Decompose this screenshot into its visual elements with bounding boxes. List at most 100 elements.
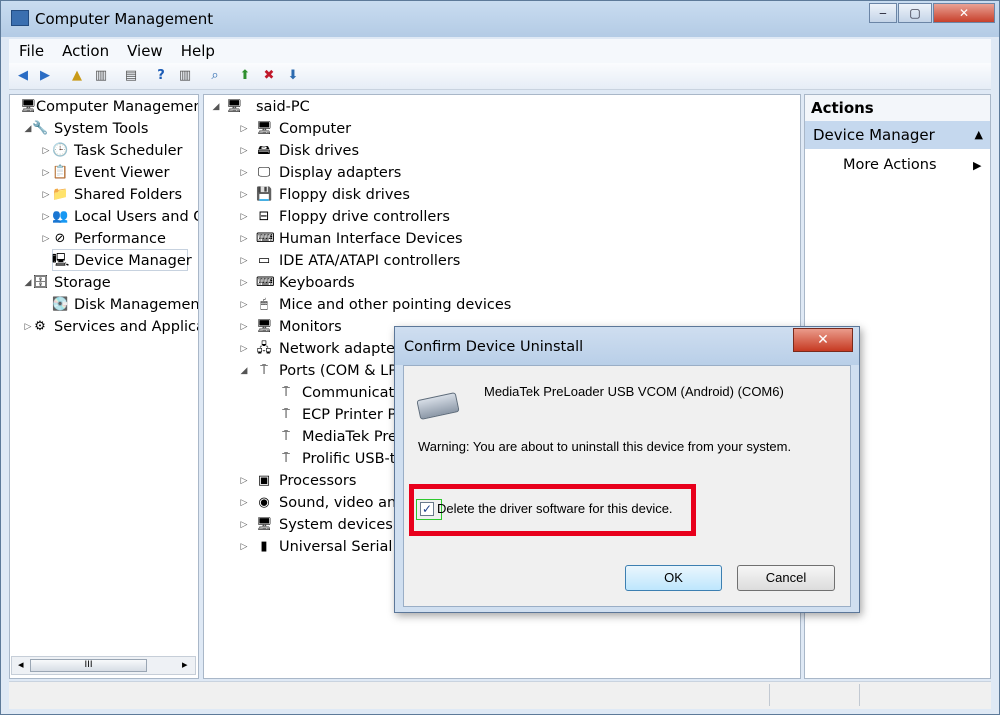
dialog-close-button[interactable]: ✕	[793, 328, 853, 352]
expand-toggle-icon[interactable]: ▷	[238, 140, 250, 162]
up-folder-icon[interactable]: ▲	[69, 68, 85, 84]
help-icon[interactable]: ?	[153, 68, 169, 84]
properties-icon[interactable]: ▤	[123, 68, 139, 84]
scan-hardware-icon[interactable]: ⌕	[207, 68, 223, 84]
device-category-display-adapters[interactable]: ▷ 🖵 Display adapters	[204, 162, 794, 184]
more-actions-link[interactable]: More Actions	[843, 157, 937, 173]
expand-toggle-icon[interactable]: ▷	[238, 206, 250, 228]
expand-toggle-icon[interactable]: ▷	[40, 206, 52, 228]
shared-folder-icon: 📁	[52, 187, 69, 202]
display-adapter-icon: 🖵	[257, 165, 271, 180]
device-name: MediaTek PreLoader USB VCOM (Android) (C…	[484, 384, 784, 399]
update-driver-icon[interactable]: ⬆	[237, 68, 253, 84]
expand-toggle-icon[interactable]: ▷	[238, 470, 250, 492]
nav-item-disk-management[interactable]: 💽 Disk Management	[10, 294, 198, 316]
storage-icon: 🗄	[32, 275, 49, 290]
expand-toggle-icon[interactable]: ▷	[238, 272, 250, 294]
expand-toggle-icon[interactable]: ▷	[40, 184, 52, 206]
nav-item-local-users-and-gr[interactable]: ▷ 👥 Local Users and Gr	[10, 206, 198, 228]
actions-device-manager[interactable]: Device Manager ▲	[805, 121, 990, 149]
device-label: IDE ATA/ATAPI controllers	[279, 253, 461, 269]
port-icon: ⍑	[282, 385, 290, 400]
device-category-human-interface-devices[interactable]: ▷ ⌨ Human Interface Devices	[204, 228, 794, 250]
highlight-box	[409, 484, 696, 536]
clock-icon: 🕒	[52, 143, 69, 158]
expand-toggle-icon[interactable]: ▷	[238, 294, 250, 316]
nav-item-label: Performance	[74, 231, 166, 247]
device-category-ide-ata-atapi-controllers[interactable]: ▷ ▭ IDE ATA/ATAPI controllers	[204, 250, 794, 272]
forward-arrow-icon[interactable]: ▶	[37, 68, 53, 84]
menu-help[interactable]: Help	[171, 39, 223, 60]
device-label: Sound, video and	[279, 495, 406, 511]
expand-toggle-icon[interactable]: ▷	[238, 250, 250, 272]
expand-toggle-icon[interactable]: ◢	[238, 360, 250, 382]
nav-item-task-scheduler[interactable]: ▷ 🕒 Task Scheduler	[10, 140, 198, 162]
expand-toggle-icon[interactable]: ▷	[238, 316, 250, 338]
device-tree-root[interactable]: ◢ 🖥 said-PC	[204, 96, 794, 118]
device-category-floppy-disk-drives[interactable]: ▷ 💾 Floppy disk drives	[204, 184, 794, 206]
menu-file[interactable]: File	[9, 39, 52, 60]
nav-item-event-viewer[interactable]: ▷ 📋 Event Viewer	[10, 162, 198, 184]
collapse-arrow-icon[interactable]: ▲	[975, 121, 983, 149]
device-label: Floppy disk drives	[279, 187, 410, 203]
maximize-button[interactable]: ▢	[898, 3, 932, 23]
menu-action[interactable]: Action	[52, 39, 117, 60]
device-category-keyboards[interactable]: ▷ ⌨ Keyboards	[204, 272, 794, 294]
minimize-button[interactable]: ‒	[869, 3, 897, 23]
expand-toggle-icon[interactable]: ▷	[238, 338, 250, 360]
back-arrow-icon[interactable]: ◀	[15, 68, 31, 84]
usb-device-icon	[416, 392, 460, 420]
device-manager-icon: 🖳	[52, 253, 70, 268]
device-label: Computer	[279, 121, 352, 137]
expand-toggle-icon[interactable]: ▷	[238, 492, 250, 514]
device-category-disk-drives[interactable]: ▷ 🖴 Disk drives	[204, 140, 794, 162]
expand-toggle-icon[interactable]: ▷	[238, 184, 250, 206]
computer-management-icon: 🖥	[20, 99, 37, 114]
expand-toggle-icon[interactable]: ▷	[238, 536, 250, 558]
nav-item-device-manager[interactable]: 🖳 Device Manager	[10, 250, 198, 272]
device-label: Processors	[279, 473, 357, 489]
expand-toggle-icon[interactable]: ▷	[40, 228, 52, 250]
device-label: Keyboards	[279, 275, 355, 291]
device-label: Floppy drive controllers	[279, 209, 450, 225]
collapse-toggle-icon[interactable]: ◢	[210, 96, 222, 118]
nav-item-computer-management[interactable]: 🖥 Computer Management	[10, 96, 198, 118]
enable-device-icon[interactable]: ⬇	[285, 68, 301, 84]
device-category-mice-and-other-pointing-devices[interactable]: ▷ 🖱 Mice and other pointing devices	[204, 294, 794, 316]
expand-toggle-icon[interactable]: ▷	[238, 228, 250, 250]
ok-button[interactable]: OK	[625, 565, 722, 591]
scroll-right-icon[interactable]: ▸	[182, 658, 188, 671]
close-button[interactable]: ✕	[933, 3, 995, 23]
event-viewer-icon: 📋	[52, 165, 69, 180]
nav-item-label: Storage	[54, 275, 111, 291]
expand-toggle-icon[interactable]: ▷	[238, 162, 250, 184]
expand-toggle-icon[interactable]: ▷	[238, 118, 250, 140]
monitor-icon: 🖥	[256, 319, 273, 334]
nav-item-system-tools[interactable]: ◢ 🔧 System Tools	[10, 118, 198, 140]
nav-item-storage[interactable]: ◢ 🗄 Storage	[10, 272, 198, 294]
nav-item-performance[interactable]: ▷ ⊘ Performance	[10, 228, 198, 250]
uninstall-icon[interactable]: ✖	[261, 68, 277, 84]
ide-icon: ▭	[257, 253, 271, 268]
device-label: Monitors	[279, 319, 342, 335]
hid-icon: ⌨	[256, 231, 275, 246]
device-label: Disk drives	[279, 143, 360, 159]
nav-item-services-and-applicat[interactable]: ▷ ⚙ Services and Applicat	[10, 316, 198, 338]
action-pane-icon[interactable]: ▥	[177, 68, 193, 84]
confirm-uninstall-dialog: Confirm Device Uninstall ✕ MediaTek PreL…	[394, 326, 860, 613]
menu-view[interactable]: View	[117, 39, 171, 60]
expand-toggle-icon[interactable]: ▷	[40, 140, 52, 162]
nav-item-label: Disk Management	[74, 297, 199, 313]
window-title: Computer Management	[35, 10, 214, 28]
horizontal-scrollbar[interactable]: ◂ III ▸	[11, 656, 196, 675]
cancel-button[interactable]: Cancel	[737, 565, 835, 591]
device-category-computer[interactable]: ▷ 🖥 Computer	[204, 118, 794, 140]
show-hide-tree-icon[interactable]: ▥	[93, 68, 109, 84]
usb-icon: ▮	[260, 539, 268, 554]
scroll-thumb[interactable]: III	[30, 659, 147, 672]
expand-toggle-icon[interactable]: ▷	[238, 514, 250, 536]
expand-toggle-icon[interactable]: ▷	[40, 162, 52, 184]
device-category-floppy-drive-controllers[interactable]: ▷ ⊟ Floppy drive controllers	[204, 206, 794, 228]
nav-item-shared-folders[interactable]: ▷ 📁 Shared Folders	[10, 184, 198, 206]
scroll-left-icon[interactable]: ◂	[18, 658, 24, 671]
